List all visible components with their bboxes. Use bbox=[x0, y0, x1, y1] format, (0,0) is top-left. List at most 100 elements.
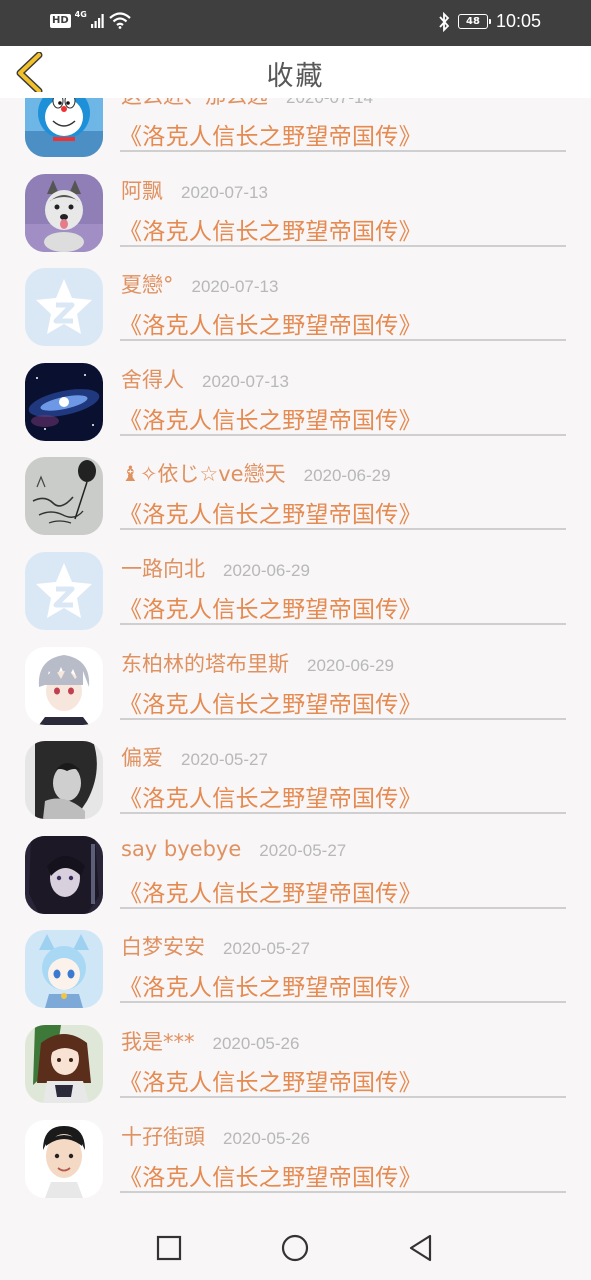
battery-icon: 48 bbox=[457, 14, 491, 29]
user-name[interactable]: 十孖街頭 bbox=[121, 1121, 205, 1151]
user-avatar[interactable] bbox=[25, 930, 103, 1009]
book-title-link[interactable]: 《洛克人信长之野望帝国传》 bbox=[119, 495, 422, 529]
divider bbox=[120, 244, 566, 247]
favorite-item[interactable]: 我是*** 2020-05-26 《洛克人信长之野望帝国传》 bbox=[0, 1009, 591, 1104]
favorite-date: 2020-07-13 bbox=[202, 371, 289, 391]
avatar-image bbox=[25, 741, 103, 820]
divider bbox=[120, 339, 566, 342]
favorite-item[interactable]: 夏戀° 2020-07-13 《洛克人信长之野望帝国传》 bbox=[0, 252, 591, 347]
book-title-link[interactable]: 《洛克人信长之野望帝国传》 bbox=[119, 779, 422, 813]
book-title-link[interactable]: 《洛克人信长之野望帝国传》 bbox=[119, 212, 422, 246]
book-title-link[interactable]: 《洛克人信长之野望帝国传》 bbox=[119, 590, 422, 624]
avatar-image bbox=[25, 930, 103, 1009]
divider bbox=[120, 622, 566, 625]
book-title-link[interactable]: 《洛克人信长之野望帝国传》 bbox=[119, 1158, 422, 1192]
user-avatar[interactable] bbox=[25, 1119, 103, 1198]
book-title-link[interactable]: 《洛克人信长之野望帝国传》 bbox=[119, 1063, 422, 1097]
avatar-image bbox=[25, 551, 103, 630]
wifi-icon bbox=[109, 12, 131, 29]
user-name[interactable]: say byebye bbox=[121, 837, 241, 861]
divider bbox=[120, 1001, 566, 1004]
favorite-date: 2020-05-26 bbox=[212, 1033, 300, 1053]
book-title-link[interactable]: 《洛克人信长之野望帝国传》 bbox=[119, 117, 422, 151]
status-bar: HD 4G 48 10:05 bbox=[0, 0, 591, 46]
user-avatar[interactable] bbox=[25, 173, 103, 252]
user-avatar[interactable] bbox=[25, 741, 103, 820]
item-header: 白梦安安 2020-05-27 bbox=[121, 931, 310, 959]
divider bbox=[120, 1095, 566, 1098]
user-name[interactable]: 偏爱 bbox=[121, 742, 163, 772]
favorite-date: 2020-05-27 bbox=[181, 750, 268, 770]
book-title-link[interactable]: 《洛克人信长之野望帝国传》 bbox=[119, 968, 422, 1002]
user-avatar[interactable] bbox=[25, 551, 103, 630]
item-header: 这么近、那么远 2020-07-14 bbox=[121, 98, 373, 108]
avatar-image bbox=[25, 173, 103, 252]
signal-icon bbox=[90, 13, 104, 28]
item-header: say byebye 2020-05-27 bbox=[121, 837, 346, 865]
book-title-link[interactable]: 《洛克人信长之野望帝国传》 bbox=[119, 874, 422, 908]
user-name[interactable]: 阿飘 bbox=[121, 175, 163, 205]
favorite-item[interactable]: 东柏林的塔布里斯 2020-06-29 《洛克人信长之野望帝国传》 bbox=[0, 631, 591, 726]
divider bbox=[120, 1190, 566, 1193]
item-header: 东柏林的塔布里斯 2020-06-29 bbox=[121, 648, 394, 676]
item-header: 舍得人 2020-07-13 bbox=[121, 364, 289, 392]
divider bbox=[120, 150, 566, 152]
user-avatar[interactable] bbox=[25, 362, 103, 441]
divider bbox=[120, 812, 566, 815]
favorite-date: 2020-06-29 bbox=[307, 655, 394, 675]
item-header: 十孖街頭 2020-05-26 bbox=[121, 1121, 310, 1149]
favorite-item[interactable]: say byebye 2020-05-27 《洛克人信长之野望帝国传》 bbox=[0, 820, 591, 915]
battery-level: 48 bbox=[465, 16, 480, 27]
book-title-link[interactable]: 《洛克人信长之野望帝国传》 bbox=[119, 685, 422, 719]
favorite-item[interactable]: 一路向北 2020-06-29 《洛克人信长之野望帝国传》 bbox=[0, 536, 591, 631]
favorite-date: 2020-07-14 bbox=[286, 98, 373, 108]
item-header: ♝✧依じ☆ve戀天 2020-06-29 bbox=[121, 458, 391, 486]
user-name[interactable]: 东柏林的塔布里斯 bbox=[121, 648, 289, 678]
favorite-item[interactable]: 白梦安安 2020-05-27 《洛克人信长之野望帝国传》 bbox=[0, 914, 591, 1009]
app-header: 收藏 bbox=[0, 46, 591, 98]
page-title: 收藏 bbox=[266, 61, 325, 92]
favorite-item[interactable]: 阿飘 2020-07-13 《洛克人信长之野望帝国传》 bbox=[0, 158, 591, 253]
user-name[interactable]: 夏戀° bbox=[121, 269, 174, 299]
favorites-list[interactable]: 这么近、那么远2020-07-14《洛克人信长之野望帝国传》阿飘2020-07-… bbox=[0, 98, 591, 1216]
clock: 10:05 bbox=[495, 11, 541, 31]
user-name[interactable]: 白梦安安 bbox=[121, 931, 205, 961]
recent-apps-icon[interactable] bbox=[154, 1233, 184, 1263]
divider bbox=[120, 528, 566, 531]
network-type: 4G bbox=[74, 10, 87, 19]
favorite-item[interactable]: 偏爱 2020-05-27 《洛克人信长之野望帝国传》 bbox=[0, 725, 591, 820]
system-nav-bar bbox=[0, 1216, 591, 1280]
avatar-image bbox=[25, 457, 103, 536]
favorite-date: 2020-06-29 bbox=[303, 466, 391, 486]
user-name[interactable]: 这么近、那么远 bbox=[121, 98, 268, 110]
favorite-item[interactable]: 十孖街頭 2020-05-26 《洛克人信长之野望帝国传》 bbox=[0, 1104, 591, 1199]
user-avatar[interactable] bbox=[25, 268, 103, 347]
avatar-image bbox=[25, 362, 103, 441]
divider bbox=[120, 717, 566, 720]
back-nav-icon[interactable] bbox=[406, 1233, 436, 1263]
user-name[interactable]: 舍得人 bbox=[121, 364, 184, 394]
avatar-image bbox=[25, 98, 103, 157]
user-name[interactable]: 我是*** bbox=[121, 1026, 195, 1056]
user-name[interactable]: 一路向北 bbox=[121, 553, 205, 583]
favorite-date: 2020-07-13 bbox=[181, 182, 268, 202]
favorite-date: 2020-05-27 bbox=[223, 939, 310, 959]
favorite-date: 2020-05-26 bbox=[223, 1128, 310, 1148]
favorite-date: 2020-05-27 bbox=[259, 840, 347, 860]
home-icon[interactable] bbox=[280, 1233, 310, 1263]
item-header: 阿飘 2020-07-13 bbox=[121, 175, 268, 203]
favorite-item[interactable]: 舍得人 2020-07-13 《洛克人信长之野望帝国传》 bbox=[0, 347, 591, 442]
book-title-link[interactable]: 《洛克人信长之野望帝国传》 bbox=[119, 401, 422, 435]
user-avatar[interactable] bbox=[25, 646, 103, 725]
user-avatar[interactable] bbox=[25, 457, 103, 536]
user-avatar[interactable] bbox=[25, 835, 103, 914]
favorite-item[interactable]: 这么近、那么远 2020-07-14 《洛克人信长之野望帝国传》 bbox=[0, 98, 591, 158]
avatar-image bbox=[25, 1024, 103, 1103]
user-avatar[interactable] bbox=[25, 98, 103, 157]
favorite-date: 2020-06-29 bbox=[223, 560, 310, 580]
avatar-image bbox=[25, 646, 103, 725]
favorite-item[interactable]: ♝✧依じ☆ve戀天 2020-06-29 《洛克人信长之野望帝国传》 bbox=[0, 441, 591, 536]
user-avatar[interactable] bbox=[25, 1024, 103, 1103]
user-name[interactable]: ♝✧依じ☆ve戀天 bbox=[121, 458, 286, 488]
book-title-link[interactable]: 《洛克人信长之野望帝国传》 bbox=[119, 306, 422, 340]
